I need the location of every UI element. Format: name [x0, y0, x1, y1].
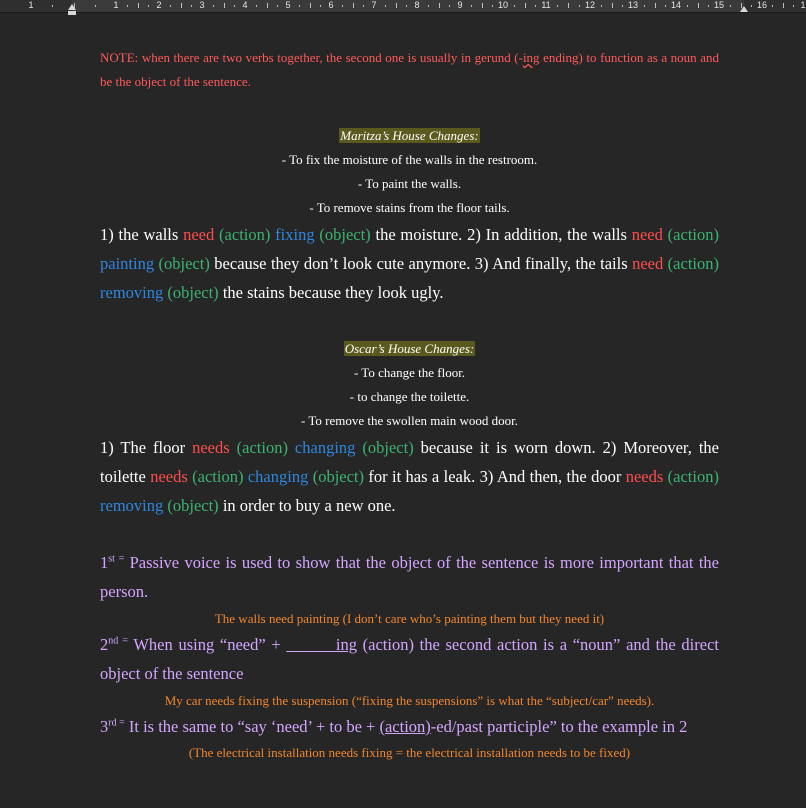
oscar-paragraph: 1) The floor needs (action) changing (ob…	[100, 438, 719, 515]
ruler-tick	[256, 5, 257, 7]
ruler-tick	[665, 5, 666, 7]
ruler-tick	[396, 3, 397, 8]
rule-2: 2nd = When using “need” + ______ing (act…	[100, 635, 719, 683]
ruler-number: 3	[199, 0, 205, 10]
ruler-tick	[622, 5, 623, 7]
ruler-tick	[299, 5, 300, 7]
ruler-tick	[568, 3, 569, 8]
ruler-tick	[514, 5, 515, 7]
ruler-tick	[224, 3, 225, 8]
rule-1: 1st = Passive voice is used to show that…	[100, 553, 719, 601]
ruler-number: 7	[371, 0, 377, 10]
ruler-number: 1	[800, 0, 806, 10]
ruler-number: 14	[670, 0, 682, 10]
example-3: (The electrical installation needs fixin…	[188, 745, 631, 760]
maritza-item: - To remove stains from the floor tails.	[309, 200, 510, 215]
oscar-heading: Oscar’s House Changes:	[343, 341, 476, 356]
ruler-number: 10	[497, 0, 509, 10]
ruler-right-margin	[744, 0, 806, 12]
ruler-number: 8	[414, 0, 420, 10]
ruler-tick	[557, 5, 558, 7]
ruler-tick	[95, 5, 96, 7]
ruler-tick	[439, 3, 440, 8]
ruler-number: 11	[541, 0, 551, 10]
ruler-tick	[482, 3, 483, 8]
ruler-number: 9	[457, 0, 463, 10]
ruler-left-margin	[0, 0, 72, 12]
ruler-tick	[385, 5, 386, 7]
ruler-number: 5	[285, 0, 291, 10]
ruler-tick	[138, 3, 139, 8]
ruler-tick	[363, 5, 364, 7]
oscar-item: - To change the floor.	[353, 365, 466, 380]
ruler-tick	[310, 3, 311, 8]
ruler-number: 4	[242, 0, 248, 10]
horizontal-ruler[interactable]: 1 1 2 3 4 5 6 7 8 9 10 11 12 13 14 15 16 1	[0, 0, 806, 16]
ruler-tick	[783, 3, 784, 8]
maritza-item: - To paint the walls.	[357, 176, 462, 191]
ruler-tick	[708, 5, 709, 7]
ruler-tick	[267, 3, 268, 8]
note-paragraph: NOTE: when there are two verbs together,…	[100, 50, 719, 89]
rule-3: 3rd = It is the same to “say ‘need’ + to…	[100, 717, 688, 736]
example-2: My car needs fixing the suspension (“fix…	[164, 693, 655, 708]
ruler-tick	[644, 5, 645, 7]
oscar-item: - to change the toilette.	[349, 389, 470, 404]
ruler-tick	[353, 3, 354, 8]
left-indent-marker[interactable]	[68, 4, 76, 16]
maritza-item: - To fix the moisture of the walls in th…	[281, 152, 538, 167]
ruler-tick	[191, 5, 192, 7]
right-indent-marker[interactable]	[740, 6, 748, 12]
ruler-tick	[751, 5, 752, 7]
ruler-tick	[535, 5, 536, 7]
ruler-tick	[471, 5, 472, 7]
ruler-tick	[127, 5, 128, 7]
ruler-tick	[492, 5, 493, 7]
oscar-item: - To remove the swollen main wood door.	[301, 413, 518, 428]
ruler-tick	[52, 5, 53, 7]
note-underlined-ing: ing	[522, 50, 540, 65]
ruler-number: 1	[113, 0, 119, 10]
ruler-tick	[579, 5, 580, 7]
ruler-tick	[449, 5, 450, 7]
ruler-number: 12	[584, 0, 596, 10]
ruler-tick	[148, 5, 149, 7]
ruler-tick	[342, 5, 343, 7]
ruler-number: 2	[156, 0, 162, 10]
ruler-tick	[406, 5, 407, 7]
ruler-tick	[213, 5, 214, 7]
ruler-number: 6	[328, 0, 334, 10]
example-1: The walls need painting (I don’t care wh…	[214, 611, 605, 626]
ruler-tick	[428, 5, 429, 7]
ruler-tick	[698, 3, 699, 8]
ruler-tick	[170, 5, 171, 7]
ruler-tick	[601, 5, 602, 7]
ruler-tick	[687, 5, 688, 7]
ruler-number: 16	[756, 0, 768, 10]
ruler-tick	[320, 5, 321, 7]
ruler-number: 13	[627, 0, 639, 10]
ruler-tick	[730, 5, 731, 7]
ruler-tick	[793, 5, 794, 7]
ruler-tick	[181, 3, 182, 8]
maritza-heading: Maritza’s House Changes:	[339, 128, 480, 143]
ruler-tick	[772, 5, 773, 7]
ruler-tick	[612, 3, 613, 8]
ruler-number: 15	[713, 0, 725, 10]
maritza-paragraph: 1) the walls need (action) fixing (objec…	[100, 225, 719, 302]
ruler-tick	[655, 3, 656, 8]
ruler-tick	[234, 5, 235, 7]
ruler-tick	[277, 5, 278, 7]
ruler-tick	[525, 3, 526, 8]
ruler-number: 1	[28, 0, 34, 10]
